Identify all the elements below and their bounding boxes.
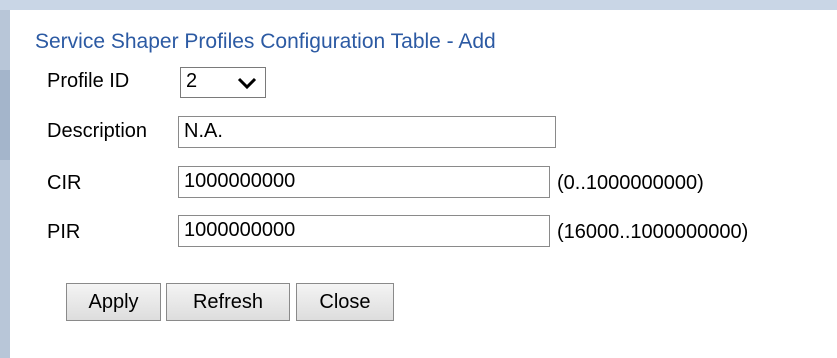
cir-input[interactable]: 1000000000 — [178, 166, 550, 198]
window-left-border-shade — [0, 70, 10, 160]
apply-button[interactable]: Apply — [66, 283, 161, 321]
profile-id-label: Profile ID — [47, 70, 130, 92]
page-title: Service Shaper Profiles Configuration Ta… — [35, 30, 496, 53]
pir-range-hint: (16000..1000000000) — [557, 221, 749, 243]
profile-id-value: 2 — [186, 70, 198, 92]
description-label: Description — [47, 120, 148, 142]
pir-label: PIR — [47, 221, 81, 243]
cir-label: CIR — [47, 172, 82, 194]
cir-range-hint: (0..1000000000) — [557, 172, 704, 194]
close-button[interactable]: Close — [296, 283, 394, 321]
profile-id-select[interactable]: 2 — [180, 67, 266, 98]
window-top-border — [0, 0, 837, 10]
window-left-border — [0, 10, 10, 358]
dialog-window: Service Shaper Profiles Configuration Ta… — [0, 0, 837, 358]
refresh-button[interactable]: Refresh — [166, 283, 290, 321]
chevron-down-icon — [237, 77, 257, 90]
pir-input[interactable]: 1000000000 — [178, 215, 550, 247]
description-input[interactable]: N.A. — [178, 116, 556, 148]
